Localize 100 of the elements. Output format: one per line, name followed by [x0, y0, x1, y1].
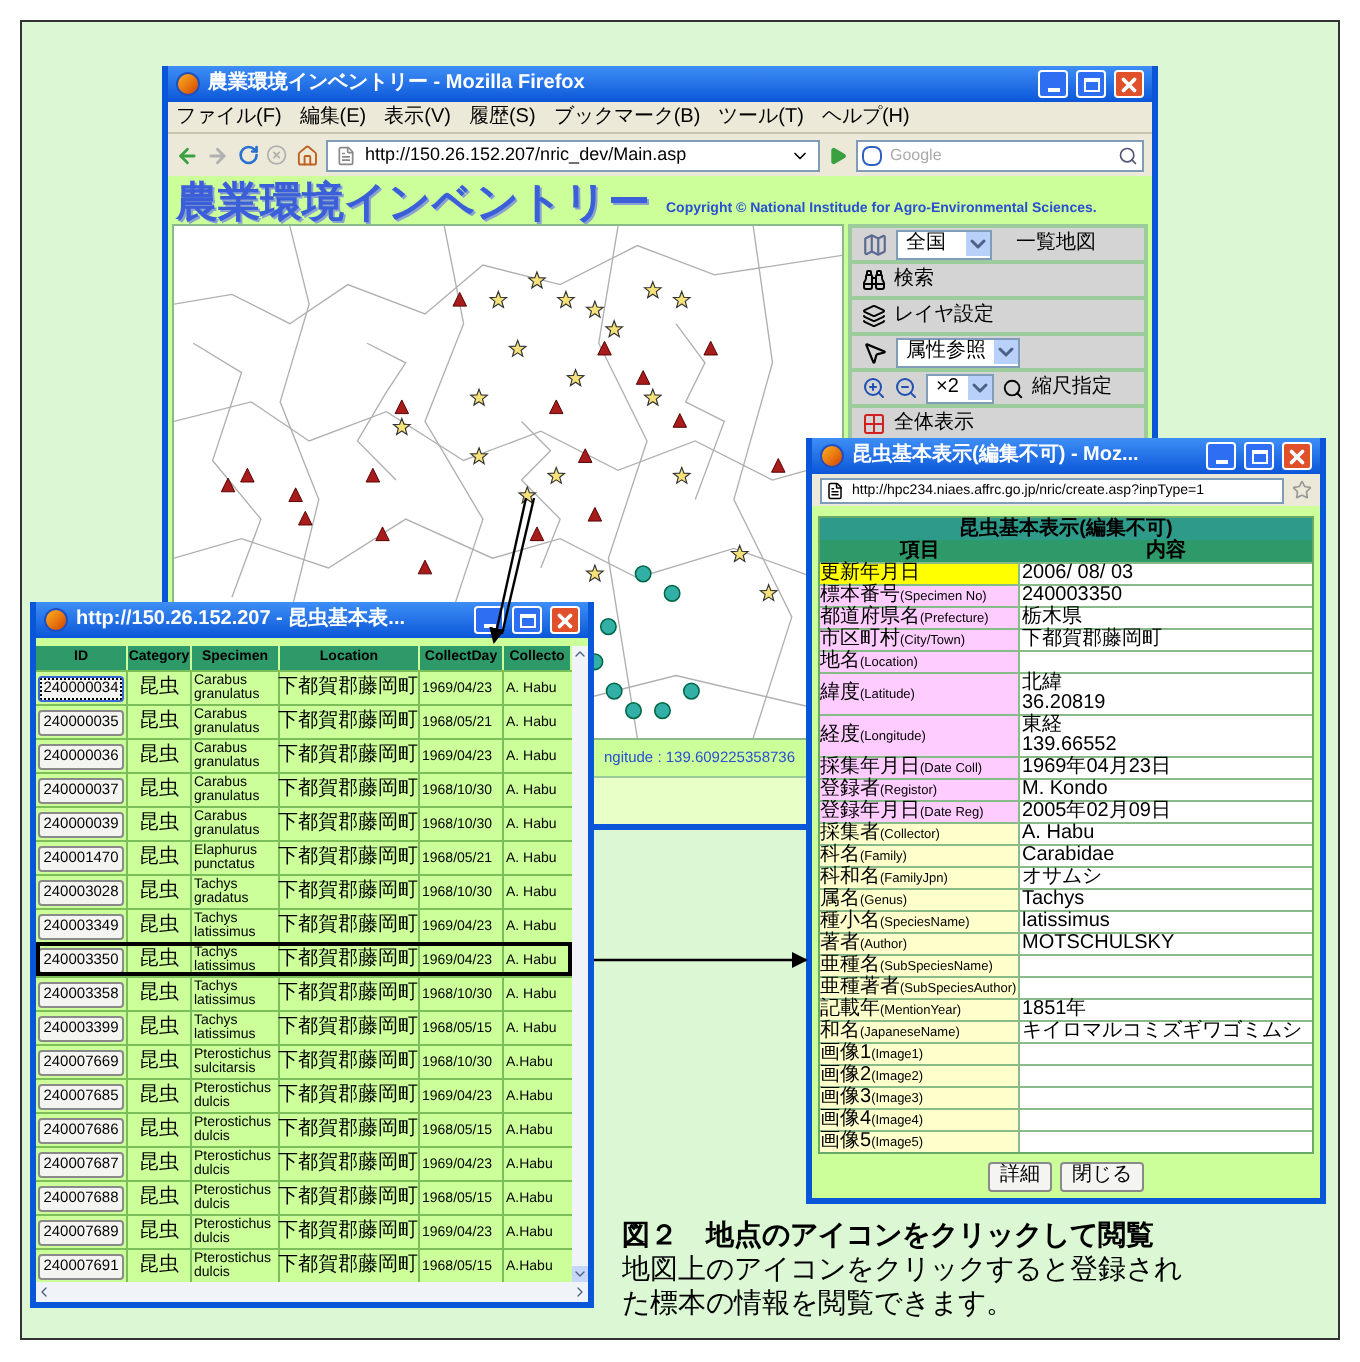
map-icon[interactable] — [862, 231, 888, 257]
search-field[interactable]: Google — [855, 139, 1144, 171]
region-select[interactable]: 全国 — [896, 229, 992, 259]
home-icon[interactable] — [296, 141, 319, 169]
field-value: 1969年04月23日 — [1020, 758, 1173, 778]
grid-icon[interactable] — [862, 412, 886, 436]
table-cell: 昆虫 — [128, 1148, 192, 1180]
menu-item[interactable]: ファイル(F) — [176, 107, 282, 127]
star-icon[interactable] — [1292, 480, 1312, 500]
dialog-button[interactable]: 詳細 — [988, 1161, 1052, 1191]
menu-item[interactable]: 履歴(S) — [468, 107, 536, 127]
table-cell: 下都賀郡藤岡町 — [280, 1114, 420, 1146]
scale-select[interactable]: ×2 — [926, 373, 994, 403]
scroll-up-icon[interactable] — [572, 646, 588, 662]
caret-icon — [968, 376, 992, 400]
field-value: latissimus — [1020, 912, 1112, 932]
field-label: 更新年月日 — [820, 564, 1020, 584]
table-cell: 昆虫 — [128, 1080, 192, 1112]
table-cell: 下都賀郡藤岡町 — [280, 672, 420, 704]
field-value: M. Kondo — [1020, 780, 1110, 800]
field-value: キイロマルコミズギワゴミムシ — [1020, 1022, 1304, 1042]
maximize-button[interactable] — [1244, 442, 1274, 470]
table-cell: 下都賀郡藤岡町 — [280, 706, 420, 738]
table-cell: 下都賀郡藤岡町 — [280, 1080, 420, 1112]
table-cell: 下都賀郡藤岡町 — [280, 944, 420, 976]
binoculars-icon[interactable] — [862, 268, 886, 292]
caption-title: 図２ 地点のアイコンをクリックして閲覧 — [622, 1218, 1156, 1252]
table-cell: 昆虫 — [128, 1046, 192, 1078]
scroll-down-icon[interactable] — [572, 1266, 588, 1282]
menu-item[interactable]: ヘルプ(H) — [821, 107, 910, 127]
column-header: 内容 — [1146, 540, 1188, 562]
maximize-button[interactable] — [1076, 70, 1106, 98]
zoom-out-icon[interactable] — [894, 376, 918, 400]
browser-logo-icon — [44, 608, 68, 632]
table-cell: 下都賀郡藤岡町 — [280, 1148, 420, 1180]
scroll-left-icon[interactable] — [36, 1284, 52, 1300]
table-cell: 下都賀郡藤岡町 — [280, 876, 420, 908]
tool-label[interactable]: レイヤ設定 — [894, 306, 994, 326]
maximize-icon — [1083, 77, 1099, 91]
table-cell: 下都賀郡藤岡町 — [280, 808, 420, 840]
search-icon[interactable] — [1117, 145, 1138, 165]
attribute-select[interactable]: 属性参照 — [896, 337, 1020, 367]
search-input[interactable]: Google — [889, 143, 1110, 167]
close-button[interactable] — [1282, 442, 1312, 470]
field-value: 栃木県 — [1020, 608, 1084, 628]
field-value: オサムシ — [1020, 868, 1104, 888]
table-cell: 昆虫 — [128, 808, 192, 840]
browser-logo-icon — [176, 72, 200, 96]
field-value: 240003350 — [1020, 586, 1125, 606]
column-header: 項目 — [897, 540, 942, 562]
field-value: 2005年02月09日 — [1020, 802, 1173, 822]
table-cell: 昆虫 — [128, 1114, 192, 1146]
close-icon — [1118, 73, 1140, 95]
table-cell: 昆虫 — [128, 740, 192, 772]
close-button[interactable] — [550, 606, 580, 634]
tool-label[interactable]: 縮尺指定 — [1032, 378, 1112, 398]
maximize-button[interactable] — [512, 606, 542, 634]
table-cell: 昆虫 — [128, 774, 192, 806]
table-cell: 下都賀郡藤岡町 — [280, 842, 420, 874]
table-cell: 下都賀郡藤岡町 — [280, 1012, 420, 1044]
close-button[interactable] — [1114, 70, 1144, 98]
table-cell: 昆虫 — [128, 1182, 192, 1214]
close-icon — [1286, 445, 1308, 467]
table-cell: 昆虫 — [128, 910, 192, 942]
page-icon — [826, 481, 844, 499]
table-cell: 下都賀郡藤岡町 — [280, 740, 420, 772]
field-value: Tachys — [1020, 890, 1087, 910]
menu-item[interactable]: ツール(T) — [718, 107, 804, 127]
browser-logo-icon — [820, 444, 844, 468]
reload-icon[interactable] — [237, 142, 259, 168]
tool-label[interactable]: 全体表示 — [894, 414, 974, 434]
caret-icon — [966, 232, 990, 256]
field-value: 下都賀郡藤岡町 — [1020, 630, 1164, 650]
tool-label[interactable]: 検索 — [894, 270, 934, 290]
address-field[interactable]: http://150.26.152.207/nric_dev/Main.asp — [326, 139, 821, 171]
horizontal-scrollbar[interactable] — [36, 1282, 588, 1302]
layers-icon[interactable] — [862, 304, 886, 328]
menu-item[interactable]: 表示(V) — [384, 107, 451, 127]
field-value: 2006/ 08/ 03 — [1020, 564, 1136, 584]
scroll-right-icon[interactable] — [572, 1284, 588, 1300]
page-icon — [336, 145, 357, 165]
tool-label[interactable]: 一覧地図 — [1016, 234, 1096, 254]
go-icon[interactable] — [828, 143, 848, 167]
menu-item[interactable]: ブックマーク(B) — [553, 107, 701, 127]
field-value: MOTSCHULSKY — [1020, 934, 1177, 954]
zoom-in-icon[interactable] — [862, 376, 886, 400]
table-title: 昆虫基本表示(編集不可) — [820, 518, 1312, 540]
table-cell: 昆虫 — [128, 978, 192, 1010]
table-cell: 下都賀郡藤岡町 — [280, 978, 420, 1010]
menu-item[interactable]: 編集(E) — [299, 107, 367, 127]
search-icon[interactable] — [1002, 377, 1024, 399]
vertical-scrollbar[interactable] — [572, 646, 588, 1282]
table-cell: 下都賀郡藤岡町 — [280, 774, 420, 806]
dialog-button[interactable]: 閉じる — [1060, 1161, 1144, 1191]
caption-text: 地図上のアイコンをクリックすると登録された標本の情報を閲覧できます。 — [622, 1252, 1184, 1320]
table-cell: 昆虫 — [128, 672, 192, 704]
pointer-icon[interactable] — [862, 339, 888, 365]
field-value: A. Habu — [1020, 824, 1097, 844]
table-cell: 昆虫 — [128, 944, 192, 976]
maximize-icon — [1251, 449, 1267, 463]
